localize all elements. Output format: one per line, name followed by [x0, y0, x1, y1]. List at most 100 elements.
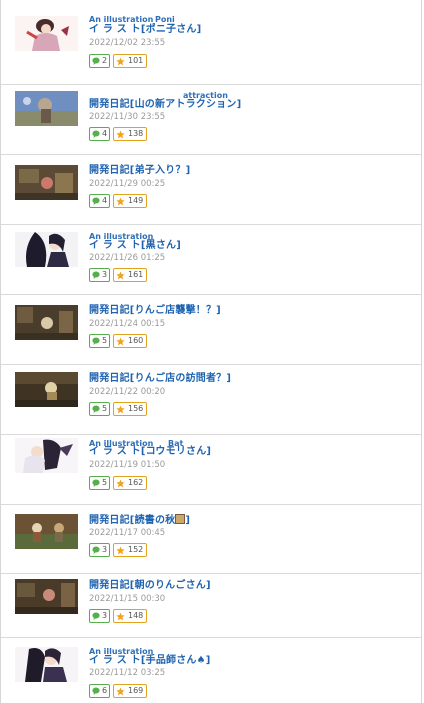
list-item[interactable]: An illustration イ ラ ス ト[手品師さん♠] 2022/11/…: [1, 637, 421, 703]
star-count-badge[interactable]: 169: [113, 684, 147, 698]
star-count-badge[interactable]: 101: [113, 54, 147, 68]
comment-count-badge[interactable]: 6: [89, 684, 110, 698]
star-count-badge[interactable]: 152: [113, 543, 147, 557]
comment-count-badge[interactable]: 5: [89, 476, 110, 490]
entry-title-link[interactable]: 開発日記[弟子入り？]: [89, 165, 190, 177]
star-icon: [116, 612, 125, 621]
comment-count: 3: [102, 270, 108, 279]
star-icon: [116, 546, 125, 555]
comment-count: 5: [102, 404, 108, 413]
star-count: 162: [128, 478, 144, 487]
speech-bubble-icon: [92, 337, 100, 345]
comment-count-badge[interactable]: 3: [89, 609, 110, 623]
speech-bubble-icon: [92, 271, 100, 279]
star-count-badge[interactable]: 148: [113, 609, 147, 623]
star-icon: [116, 197, 125, 206]
star-count: 138: [128, 129, 144, 138]
star-icon: [116, 337, 125, 346]
comment-count-badge[interactable]: 4: [89, 194, 110, 208]
comment-count-badge[interactable]: 5: [89, 334, 110, 348]
star-icon: [116, 479, 125, 488]
post-date: 2022/11/19 01:50: [89, 460, 166, 470]
thumbnail[interactable]: [15, 91, 78, 126]
star-icon: [116, 57, 125, 66]
list-item[interactable]: 開発日記[りんご店襲撃！？] 2022/11/24 00:15 5 160: [1, 294, 421, 365]
comment-count: 3: [102, 611, 108, 620]
comment-count-badge[interactable]: 2: [89, 54, 110, 68]
star-count: 169: [128, 686, 144, 695]
comment-count-badge[interactable]: 5: [89, 402, 110, 416]
star-icon: [116, 130, 125, 139]
thumbnail[interactable]: [15, 165, 78, 200]
thumbnail[interactable]: [15, 305, 78, 340]
article-list: An illustration Poni イ ラ ス ト[ポニ子さん] 2022…: [0, 0, 422, 703]
speech-bubble-icon: [92, 197, 100, 205]
thumbnail[interactable]: [15, 16, 78, 51]
comment-count: 4: [102, 129, 108, 138]
entry-title-link[interactable]: 開発日記[りんご店襲撃！？]: [89, 305, 221, 317]
star-count: 161: [128, 270, 144, 279]
list-item[interactable]: An illustration Poni イ ラ ス ト[ポニ子さん] 2022…: [1, 0, 421, 85]
post-date: 2022/11/22 00:20: [89, 387, 166, 397]
comment-count-badge[interactable]: 4: [89, 127, 110, 141]
entry-title-link[interactable]: 開発日記[読書の秋]: [89, 514, 190, 527]
entry-title-link[interactable]: イ ラ ス ト[コウモリさん]: [89, 446, 211, 458]
star-count: 152: [128, 545, 144, 554]
star-count-badge[interactable]: 138: [113, 127, 147, 141]
thumbnail[interactable]: [15, 232, 78, 267]
thumbnail[interactable]: [15, 647, 78, 682]
star-count-badge[interactable]: 161: [113, 268, 147, 282]
star-count-badge[interactable]: 149: [113, 194, 147, 208]
post-date: 2022/11/24 00:15: [89, 319, 166, 329]
star-count-badge[interactable]: 160: [113, 334, 147, 348]
speech-bubble-icon: [92, 612, 100, 620]
entry-title-link[interactable]: 開発日記[朝のりんごさん]: [89, 580, 211, 592]
star-icon: [116, 271, 125, 280]
thumbnail[interactable]: [15, 579, 78, 614]
list-item[interactable]: 開発日記[朝のりんごさん] 2022/11/15 00:30 3 148: [1, 573, 421, 638]
title-ruby: An illustration: [89, 15, 154, 24]
comment-count-badge[interactable]: 3: [89, 543, 110, 557]
entry-title-link[interactable]: 開発日記[山の新アトラクション]: [89, 99, 241, 111]
list-item[interactable]: An illustration Bat イ ラ ス ト[コウモリさん] 2022…: [1, 434, 421, 505]
star-count: 148: [128, 611, 144, 620]
comment-count: 6: [102, 686, 108, 695]
post-date: 2022/11/12 03:25: [89, 668, 166, 678]
comment-count: 5: [102, 478, 108, 487]
post-date: 2022/12/02 23:55: [89, 38, 166, 48]
comment-count: 3: [102, 545, 108, 554]
comment-count: 2: [102, 56, 108, 65]
speech-bubble-icon: [92, 130, 100, 138]
post-date: 2022/11/29 00:25: [89, 179, 166, 189]
speech-bubble-icon: [92, 57, 100, 65]
list-item[interactable]: attraction 開発日記[山の新アトラクション] 2022/11/30 2…: [1, 84, 421, 155]
entry-title-link[interactable]: イ ラ ス ト[ポニ子さん]: [89, 24, 201, 36]
comment-count: 4: [102, 196, 108, 205]
speech-bubble-icon: [92, 479, 100, 487]
list-item[interactable]: 開発日記[弟子入り？] 2022/11/29 00:25 4 149: [1, 154, 421, 225]
post-date: 2022/11/17 00:45: [89, 528, 166, 538]
speech-bubble-icon: [92, 546, 100, 554]
comment-count: 5: [102, 336, 108, 345]
thumbnail[interactable]: [15, 514, 78, 549]
entry-title-link[interactable]: イ ラ ス ト[手品師さん♠]: [89, 655, 211, 667]
speech-bubble-icon: [92, 405, 100, 413]
star-count: 156: [128, 404, 144, 413]
star-count: 160: [128, 336, 144, 345]
book-emoji-icon: [175, 514, 186, 524]
list-item[interactable]: 開発日記[りんご店の訪問者？] 2022/11/22 00:20 5 156: [1, 364, 421, 435]
post-date: 2022/11/15 00:30: [89, 594, 166, 604]
star-icon: [116, 687, 125, 696]
thumbnail[interactable]: [15, 372, 78, 407]
thumbnail[interactable]: [15, 438, 78, 473]
comment-count-badge[interactable]: 3: [89, 268, 110, 282]
entry-title-link[interactable]: イ ラ ス ト[黒さん]: [89, 240, 181, 252]
list-item[interactable]: 開発日記[読書の秋] 2022/11/17 00:45 3 152: [1, 504, 421, 574]
entry-title-link[interactable]: 開発日記[りんご店の訪問者？]: [89, 373, 231, 385]
post-date: 2022/11/26 01:25: [89, 253, 166, 263]
list-item[interactable]: An illustration イ ラ ス ト[黒さん] 2022/11/26 …: [1, 224, 421, 295]
star-count-badge[interactable]: 162: [113, 476, 147, 490]
title-ruby: Poni: [155, 15, 175, 24]
star-count-badge[interactable]: 156: [113, 402, 147, 416]
star-count: 101: [128, 56, 144, 65]
